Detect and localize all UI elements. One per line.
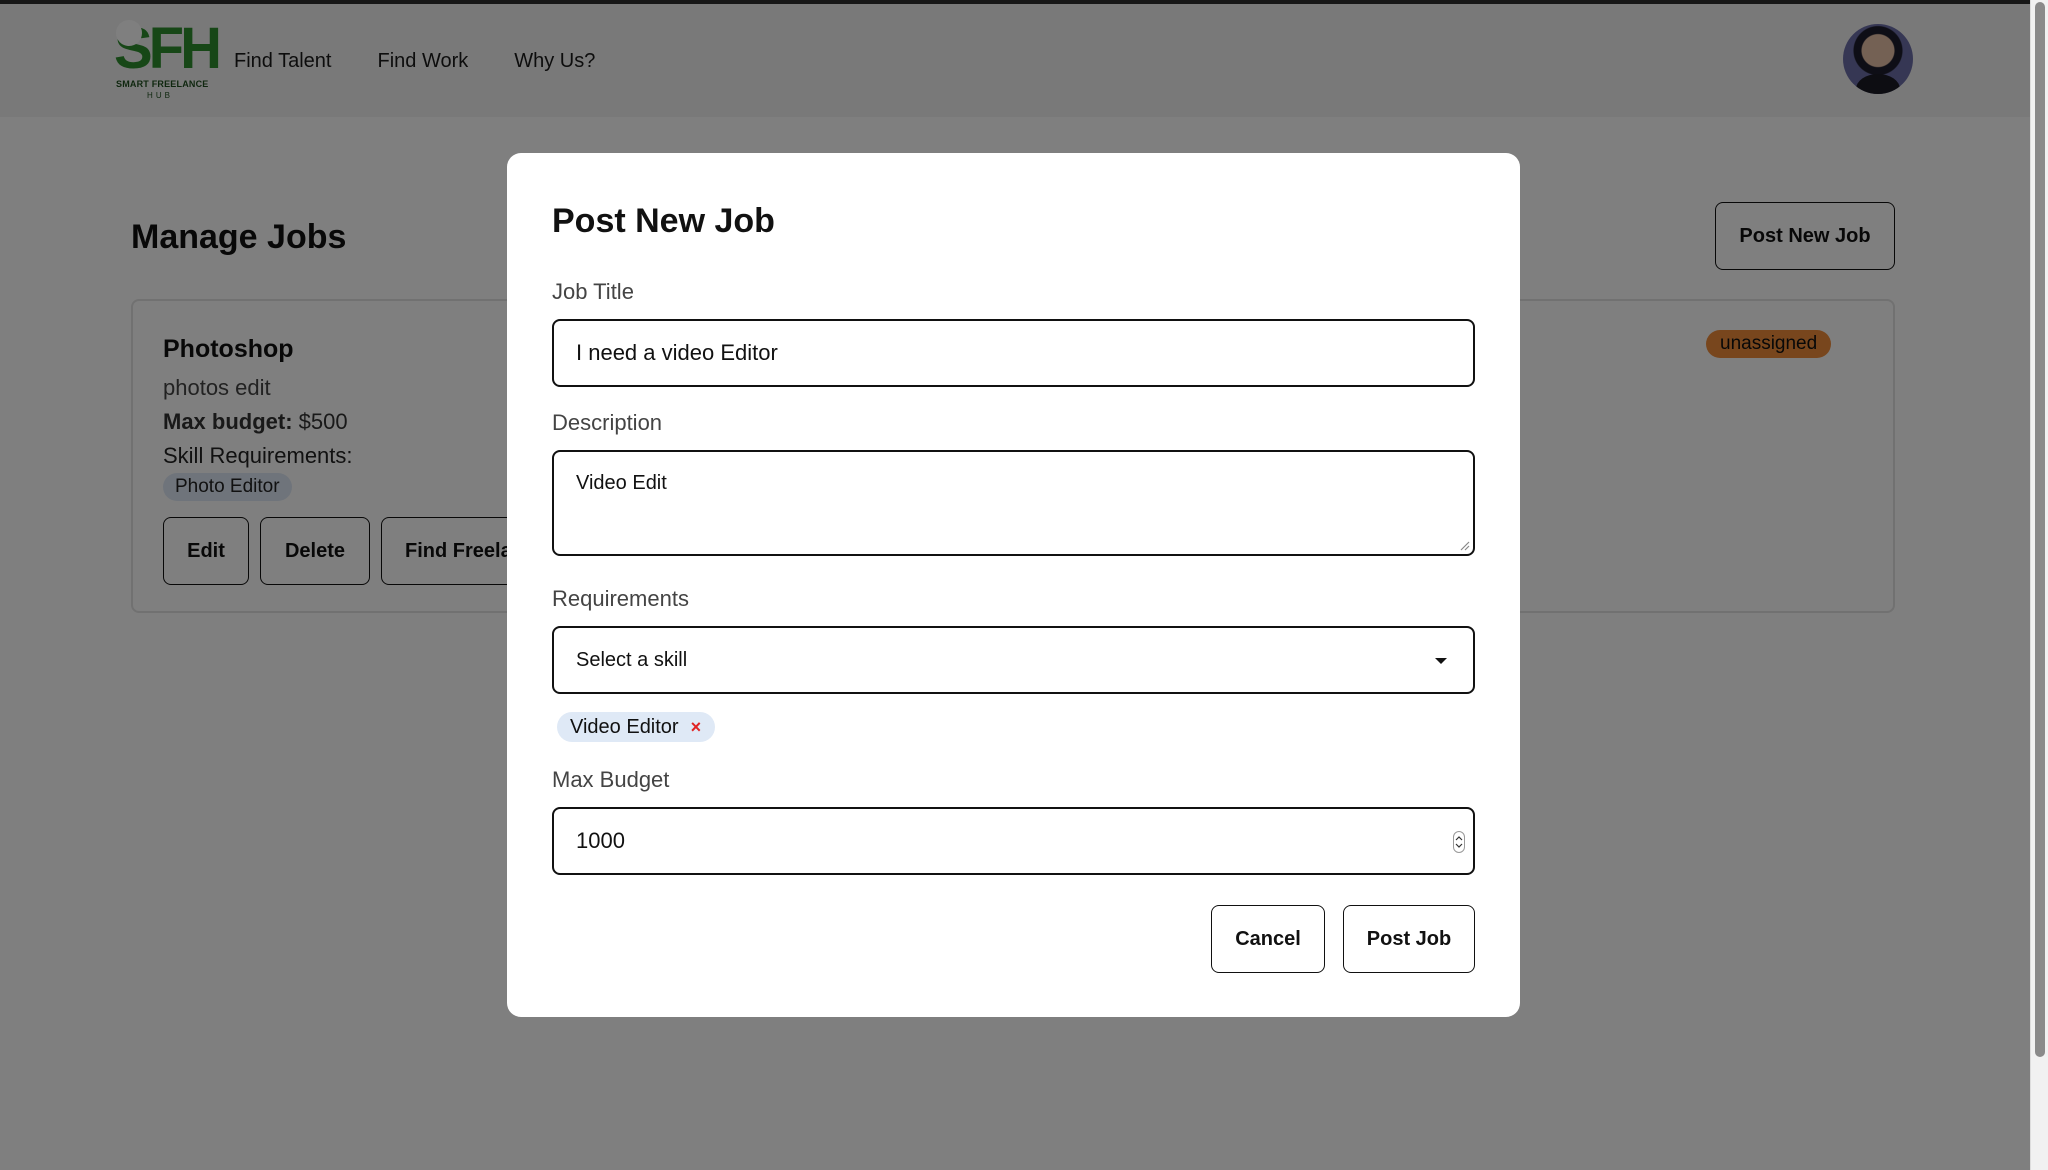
cancel-button[interactable]: Cancel	[1211, 905, 1325, 973]
number-spinner-icon[interactable]	[1453, 831, 1465, 853]
requirements-label: Requirements	[552, 586, 689, 611]
post-job-button[interactable]: Post Job	[1343, 905, 1475, 973]
description-label: Description	[552, 410, 663, 435]
scrollbar[interactable]	[2030, 0, 2048, 1170]
scrollbar-thumb[interactable]	[2035, 2, 2045, 1057]
spinner-arrows	[1455, 836, 1463, 848]
close-icon[interactable]: ×	[691, 712, 702, 742]
description-text: Video Edit	[576, 472, 667, 494]
selected-skill-chip: Video Editor ×	[557, 712, 716, 742]
skill-select[interactable]: Select a skill	[552, 626, 1475, 694]
resize-grip-icon[interactable]	[1458, 539, 1470, 551]
job-title-label: Job Title	[552, 279, 634, 304]
description-textarea[interactable]: Video Edit	[552, 450, 1475, 556]
max-budget-label: Max Budget	[552, 767, 670, 792]
max-budget-input[interactable]: 1000	[552, 807, 1475, 875]
chevron-down-icon	[1435, 658, 1447, 664]
modal-title: Post New Job	[552, 202, 775, 240]
post-job-modal: Post New Job Job Title I need a video Ed…	[507, 153, 1520, 1017]
max-budget-value: 1000	[576, 828, 625, 853]
skill-select-value: Select a skill	[576, 648, 688, 671]
job-title-input[interactable]: I need a video Editor	[552, 319, 1475, 387]
selected-skill-label: Video Editor	[570, 716, 679, 738]
